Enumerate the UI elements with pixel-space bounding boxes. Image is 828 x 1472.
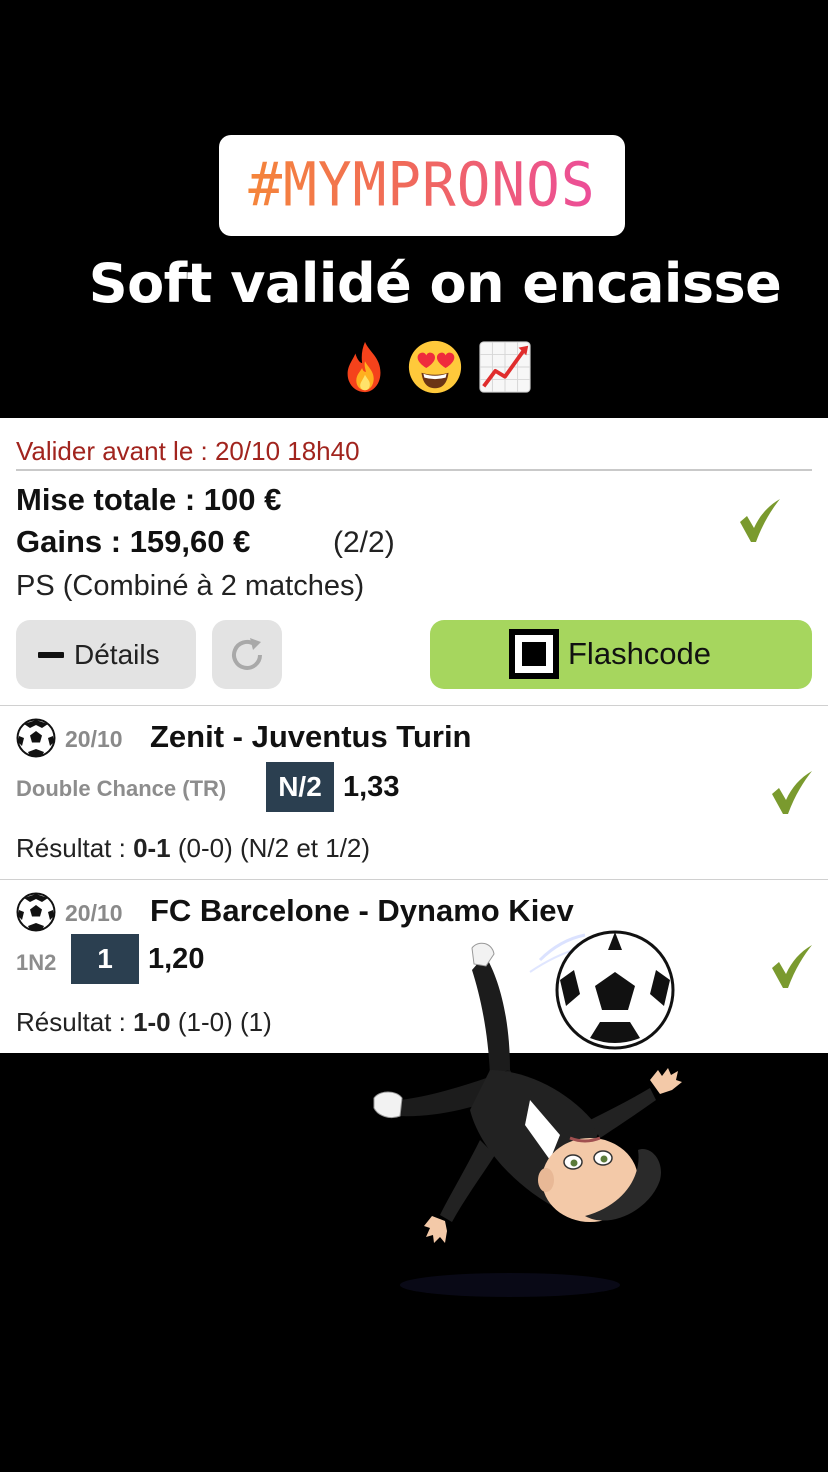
pick-badge: N/2 (266, 762, 334, 812)
details-button-label: Détails (74, 638, 160, 670)
soccer-ball-icon (555, 930, 675, 1050)
check-icon (740, 499, 780, 542)
score: 0-1 (133, 833, 171, 863)
score: 1-0 (133, 1007, 171, 1037)
match-result: Résultat : 0-1 (0-0) (N/2 et 1/2) (16, 833, 371, 863)
fire-emoji-icon (347, 341, 381, 393)
match-date: 20/10 (65, 900, 123, 926)
match-row[interactable]: 20/10 Zenit - Juventus Turin Double Chan… (0, 706, 828, 878)
match-result: Résultat : 1-0 (1-0) (1) (16, 1007, 272, 1037)
market-name: Double Chance (TR) (16, 776, 227, 801)
soccer-ball-icon (16, 718, 56, 758)
details-button[interactable]: Détails (16, 620, 196, 689)
flashcode-button[interactable]: Flashcode (430, 620, 812, 689)
pick-badge: 1 (71, 934, 139, 984)
emoji-row (336, 336, 534, 398)
refresh-icon (232, 637, 262, 670)
check-icon (772, 771, 812, 814)
market-name: 1N2 (16, 950, 57, 975)
deadline-text: Valider avant le : 20/10 18h40 (16, 436, 360, 466)
match-teams: Zenit - Juventus Turin (150, 719, 472, 754)
flashcode-button-label: Flashcode (568, 636, 712, 671)
hashtag-sticker[interactable]: #MYMPRONOS (219, 135, 625, 236)
total-stake: Mise totale : 100 € (16, 482, 282, 517)
odds-value: 1,20 (148, 943, 205, 975)
hashtag-text: #MYMPRONOS (248, 150, 596, 221)
winning-count: (2/2) (333, 526, 395, 559)
qr-code-icon (509, 629, 559, 679)
chart-increasing-emoji-icon (479, 341, 531, 393)
avatar-head (538, 1136, 661, 1222)
soccer-ball-icon (16, 892, 56, 932)
winnings: Gains : 159,60 € (16, 524, 251, 559)
story-caption: Soft validé on encaisse (88, 252, 782, 315)
refresh-button[interactable] (212, 620, 282, 689)
match-date: 20/10 (65, 726, 123, 752)
check-icon (772, 945, 812, 988)
bet-type: PS (Combiné à 2 matches) (16, 570, 365, 602)
bicycle-kick-avatar-sticker (373, 930, 682, 1297)
odds-value: 1,33 (343, 771, 400, 803)
minus-icon (38, 651, 64, 658)
divider (16, 469, 812, 471)
heart-eyes-emoji-icon (408, 340, 462, 394)
